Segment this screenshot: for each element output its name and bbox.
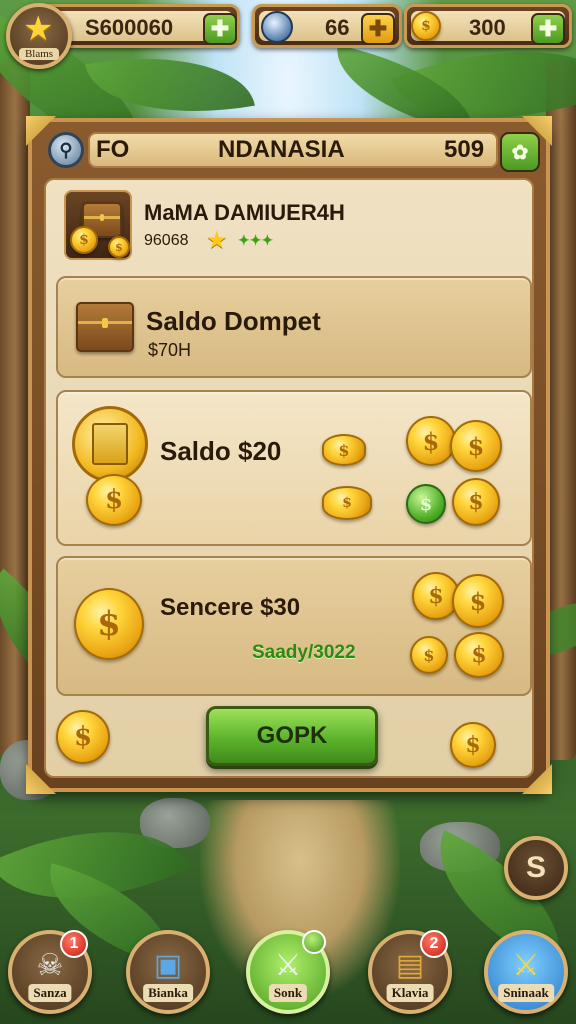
coin-icon: $ xyxy=(406,416,456,466)
scroll-icon xyxy=(72,406,148,482)
confirm-button[interactable]: GOPK xyxy=(206,706,378,766)
plus-icon: ✚ xyxy=(210,16,230,41)
header-add-button[interactable]: ✿ xyxy=(500,132,540,172)
star-icon: ★ xyxy=(206,227,228,254)
nav-label: Sonk xyxy=(268,984,308,1002)
coin-icon: $ xyxy=(452,574,504,628)
profile-label: Blams xyxy=(19,48,59,60)
notification-badge: 1 xyxy=(60,930,88,958)
add-gem-button[interactable]: ✚ xyxy=(361,13,395,45)
wallet-balance-value: $70H xyxy=(148,340,192,360)
header-left-label: FO xyxy=(96,136,130,163)
coin-icon: $ xyxy=(86,474,142,526)
top-resource-bar: S600060 ✚ 66 ✚ $ 300 ✚ ★ Blams xyxy=(0,0,576,69)
panel-title: NDANASIA xyxy=(218,136,345,163)
sencere-subtitle: Saady/3022 xyxy=(252,642,356,663)
player-score: 96068 xyxy=(144,232,189,249)
coin-amount: 300 xyxy=(469,15,506,40)
nav-item-sanza[interactable]: ☠ 1 Sanza xyxy=(8,930,92,1014)
wallet-balance-title: Saldo Dompet xyxy=(146,306,321,336)
gold-amount: S600060 xyxy=(85,15,174,40)
coin-icon: $ xyxy=(56,710,110,764)
settings-button[interactable]: S xyxy=(504,836,568,900)
nav-item-klavia[interactable]: ▤ 2 Klavia xyxy=(368,930,452,1014)
coin-icon: $ xyxy=(108,236,130,258)
swap-icon: S xyxy=(525,851,546,884)
sencere-title: Sencere $30 xyxy=(160,594,301,621)
wallet-panel: ⚲ FO NDANASIA 509 ✿ $ $ MaMA DAMIUER4H 9… xyxy=(26,116,550,792)
coin-icon: $ xyxy=(450,722,496,768)
sencere-card[interactable]: $ Sencere $30 Saady/3022 $ $ $ $ xyxy=(56,556,532,696)
player-name: MaMA DAMIUER4H xyxy=(144,200,345,225)
nav-label: Sanza xyxy=(28,984,72,1002)
treasure-chest-icon xyxy=(76,302,134,352)
panel-content: $ $ MaMA DAMIUER4H 96068 ★ ✦✦✦ Saldo Dom… xyxy=(44,178,534,778)
plus-icon: ✚ xyxy=(368,16,388,41)
saldo-card[interactable]: $ Saldo $20 $ $ $ $ $ $ xyxy=(56,390,532,546)
rank-stars-icon: ✦✦✦ xyxy=(238,232,274,248)
coin-icon: $ xyxy=(74,588,144,660)
gem-icon xyxy=(261,11,293,43)
coin-icon: $ xyxy=(454,632,504,678)
add-coin-button[interactable]: ✚ xyxy=(531,13,565,45)
crossed-swords-icon: ⚔ xyxy=(512,949,540,982)
nav-label: Klavia xyxy=(386,984,434,1002)
nav-item-bianka[interactable]: ▣ Bianka xyxy=(126,930,210,1014)
player-avatar-frame: $ $ xyxy=(64,190,132,260)
clover-icon: ✿ xyxy=(511,141,529,164)
coin-icon: $ xyxy=(70,226,98,254)
nav-item-sonk[interactable]: ⚔ Sonk xyxy=(246,930,330,1014)
coin-stack-icon: $ xyxy=(322,486,372,520)
plus-icon: ✚ xyxy=(538,16,558,41)
coin-counter: $ 300 ✚ xyxy=(404,4,572,48)
nav-label: Sninaak xyxy=(498,984,554,1002)
wallet-balance-card[interactable]: Saldo Dompet $70H xyxy=(56,276,532,378)
add-gold-button[interactable]: ✚ xyxy=(203,13,237,45)
coin-icon: $ xyxy=(450,420,502,472)
nav-item-sninaak[interactable]: ⚔ Sninaak xyxy=(484,930,568,1014)
crate-icon: ▣ xyxy=(153,949,183,982)
header-amount: 509 xyxy=(444,136,485,163)
profile-avatar[interactable]: ★ Blams xyxy=(6,3,72,69)
active-indicator xyxy=(302,930,326,954)
gem-counter: 66 ✚ xyxy=(252,4,402,48)
green-coin-icon: $ xyxy=(406,484,446,524)
nav-label: Bianka xyxy=(143,984,193,1002)
saldo-title: Saldo $20 xyxy=(160,436,282,466)
coin-icon: $ xyxy=(410,636,448,674)
coin-icon: $ xyxy=(322,434,366,466)
gem-amount: 66 xyxy=(325,15,350,40)
coin-stack-icon: $ xyxy=(411,11,441,41)
star-icon: ★ xyxy=(23,10,54,48)
coin-icon: $ xyxy=(452,478,500,526)
notification-badge: 2 xyxy=(420,930,448,958)
search-icon[interactable]: ⚲ xyxy=(48,132,84,168)
